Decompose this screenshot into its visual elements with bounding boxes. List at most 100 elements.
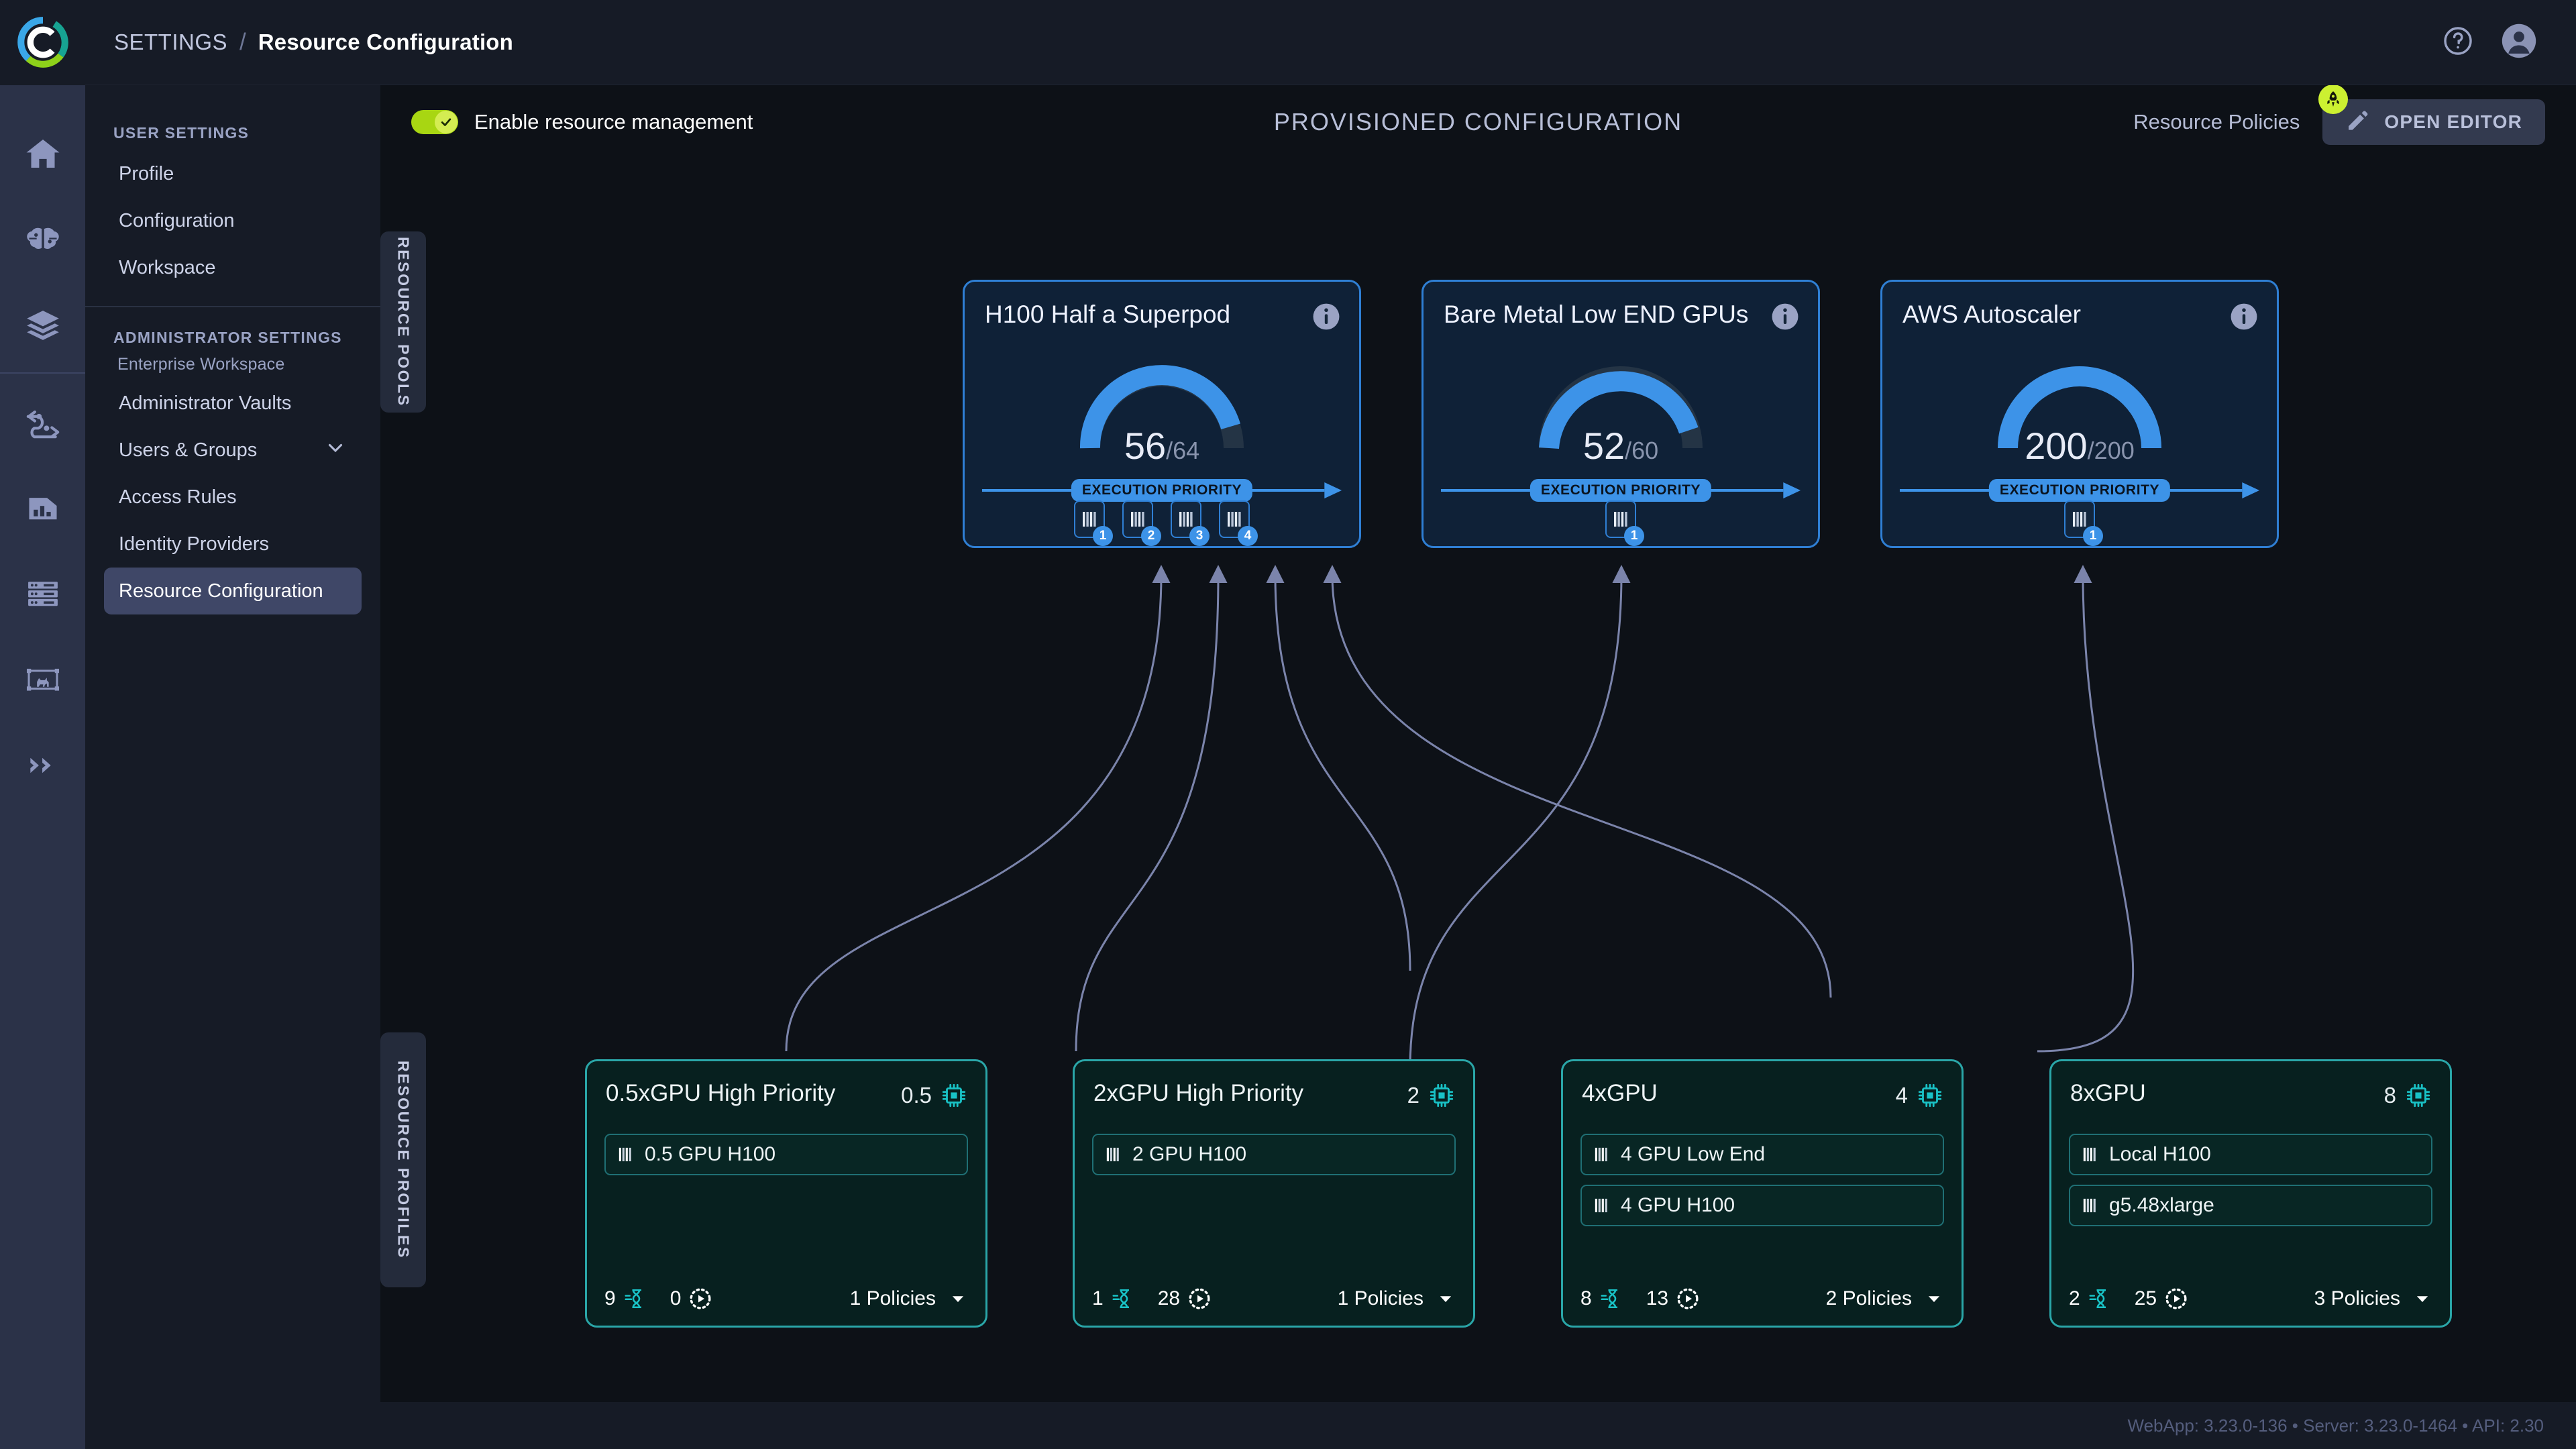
info-icon[interactable] [1311, 302, 1341, 331]
execution-priority-label: EXECUTION PRIORITY [1071, 479, 1253, 502]
rail-item-datasets[interactable] [0, 282, 85, 368]
pool-slot[interactable]: 1 [1074, 500, 1113, 546]
profile-row[interactable]: 4 GPU H100 [1580, 1185, 1944, 1226]
rail-item-expand[interactable] [0, 722, 85, 808]
sidebar-item-access-rules[interactable]: Access Rules [104, 474, 362, 521]
profile-queued-stat: 8 [1580, 1287, 1623, 1311]
profile-policies-label: 2 Policies [1825, 1287, 1912, 1309]
pool-gauge-value: 200 [2025, 425, 2088, 467]
profile-row-label: 4 GPU H100 [1621, 1194, 1735, 1216]
rail-item-annotations[interactable] [0, 637, 85, 722]
profile-footer: 8 13 2 Policies [1580, 1287, 1944, 1311]
profile-footer: 9 0 1 Policies [604, 1287, 968, 1311]
pool-slot[interactable]: 1 [2064, 500, 2103, 546]
pool-slot[interactable]: 4 [1219, 500, 1258, 546]
sidebar-item-label: Resource Configuration [119, 580, 323, 602]
pool-title: H100 Half a Superpod [985, 301, 1231, 328]
server-icon [28, 582, 58, 606]
profile-running-value: 25 [2134, 1287, 2157, 1309]
profile-footer: 2 25 3 Policies [2069, 1287, 2432, 1311]
chip-icon [942, 1083, 966, 1108]
profile-gpu-count-value: 8 [2383, 1083, 2396, 1108]
profile-policies-dropdown[interactable]: 1 Policies [1338, 1287, 1456, 1310]
breadcrumb-parent[interactable]: SETTINGS [114, 30, 227, 55]
resource-pools-section-tab[interactable]: RESOURCE POOLS [380, 231, 426, 413]
profile-running-stat: 25 [2135, 1287, 2188, 1311]
pool-slot[interactable]: 2 [1122, 500, 1161, 546]
profile-gpu-count: 2 [1407, 1081, 1456, 1110]
pool-slot[interactable]: 3 [1171, 500, 1210, 546]
chip-icon [1918, 1083, 1942, 1108]
sidebar-item-workspace[interactable]: Workspace [104, 244, 362, 291]
rail-item-reports[interactable] [0, 465, 85, 551]
sidebar-item-administrator-vaults[interactable]: Administrator Vaults [104, 380, 362, 427]
sidebar-item-identity-providers[interactable]: Identity Providers [104, 521, 362, 568]
execution-priority-label: EXECUTION PRIORITY [1988, 479, 2171, 502]
breadcrumb: SETTINGS / Resource Configuration [114, 29, 513, 56]
gpu-bars-icon [1179, 512, 1193, 527]
user-avatar-icon[interactable] [2501, 23, 2537, 62]
profile-rows: 0.5 GPU H100 [604, 1134, 968, 1185]
profile-running-value: 0 [669, 1287, 682, 1309]
profile-title: 0.5xGPU High Priority [606, 1080, 836, 1106]
gpu-bars-icon [619, 1147, 631, 1162]
resource-pool-card[interactable]: AWS Autoscaler 200/200 EXECUTION PRIORIT… [1880, 280, 2279, 548]
settings-sidebar: USER SETTINGS Profile Configuration Work… [85, 85, 380, 1449]
chevron-down-icon [1440, 1296, 1452, 1302]
sidebar-item-label: Users & Groups [119, 439, 258, 461]
edge-profile-3-to-pool-2-slot-0 [2037, 565, 2135, 1053]
sidebar-item-configuration[interactable]: Configuration [104, 197, 362, 244]
edge-profile-0-to-pool-0-slot-0 [785, 565, 1171, 1052]
rail-divider [0, 372, 85, 374]
profile-row[interactable]: 4 GPU Low End [1580, 1134, 1944, 1175]
rail-item-pipelines[interactable] [0, 379, 85, 465]
info-icon[interactable] [2229, 302, 2259, 331]
open-editor-button[interactable]: OPEN EDITOR [2318, 85, 2545, 145]
profile-row[interactable]: 2 GPU H100 [1092, 1134, 1456, 1175]
sidebar-item-users-groups[interactable]: Users & Groups [104, 427, 362, 474]
profile-policies-dropdown[interactable]: 2 Policies [1826, 1287, 1944, 1310]
enable-resource-management-control[interactable]: Enable resource management [411, 110, 753, 134]
chip-icon [1430, 1083, 1454, 1108]
profile-policies-dropdown[interactable]: 3 Policies [2314, 1287, 2432, 1310]
resource-profile-card[interactable]: 0.5xGPU High Priority 0.5 0.5 GPU H100 9 [585, 1059, 987, 1328]
resource-profile-card[interactable]: 2xGPU High Priority 2 2 GPU H100 1 28 1 … [1073, 1059, 1475, 1328]
app-root: SETTINGS / Resource Configuration USER S… [0, 0, 2576, 1449]
profile-rows: 2 GPU H100 [1092, 1134, 1456, 1185]
pool-slot-badge: 1 [2083, 526, 2103, 546]
profile-row-label: 4 GPU Low End [1621, 1143, 1766, 1165]
profile-row[interactable]: g5.48xlarge [2069, 1185, 2432, 1226]
info-icon[interactable] [1770, 302, 1800, 331]
profile-rows: 4 GPU Low End 4 GPU H100 [1580, 1134, 1944, 1236]
profile-queued-value: 1 [1092, 1287, 1104, 1309]
profile-running-value: 13 [1646, 1287, 1669, 1309]
resource-profile-card[interactable]: 8xGPU 8 Local H100 g5.48xlarge 2 25 3 Po… [2049, 1059, 2452, 1328]
profile-row[interactable]: Local H100 [2069, 1134, 2432, 1175]
app-logo[interactable] [0, 0, 85, 85]
rocket-icon [2318, 85, 2349, 114]
enable-resource-management-toggle[interactable] [411, 110, 458, 134]
help-circle-icon[interactable] [2442, 25, 2474, 60]
chevron-down-icon [2416, 1296, 2428, 1302]
rail-item-models[interactable] [0, 197, 85, 282]
profile-queued-value: 8 [1580, 1287, 1592, 1309]
profile-policies-dropdown[interactable]: 1 Policies [850, 1287, 968, 1310]
resource-pool-card[interactable]: Bare Metal Low END GPUs 52/60 EXECUTION … [1421, 280, 1820, 548]
profile-row[interactable]: 0.5 GPU H100 [604, 1134, 968, 1175]
gpu-bars-icon [1228, 512, 1241, 527]
resource-profiles-section-tab[interactable]: RESOURCE PROFILES [380, 1032, 426, 1287]
profile-gpu-count: 0.5 [901, 1081, 968, 1110]
rail-item-workers[interactable] [0, 551, 85, 637]
edge-profile-2-to-pool-0-slot-2 [1266, 565, 1411, 971]
sidebar-item-label: Administrator Vaults [119, 392, 292, 414]
resource-pool-card[interactable]: H100 Half a Superpod 56/64 EXECUTION PRI… [963, 280, 1361, 548]
pool-slot[interactable]: 1 [1605, 500, 1644, 546]
rail-item-home[interactable] [0, 111, 85, 197]
sidebar-item-profile[interactable]: Profile [104, 150, 362, 197]
resource-profile-card[interactable]: 4xGPU 4 4 GPU Low End 4 GPU H100 8 13 2 … [1561, 1059, 1964, 1328]
sidebar-divider [85, 306, 380, 307]
sidebar-item-resource-configuration[interactable]: Resource Configuration [104, 568, 362, 614]
profile-row-label: 2 GPU H100 [1132, 1143, 1247, 1165]
sidebar-item-label: Identity Providers [119, 533, 270, 555]
running-play-icon [1189, 1288, 1210, 1309]
